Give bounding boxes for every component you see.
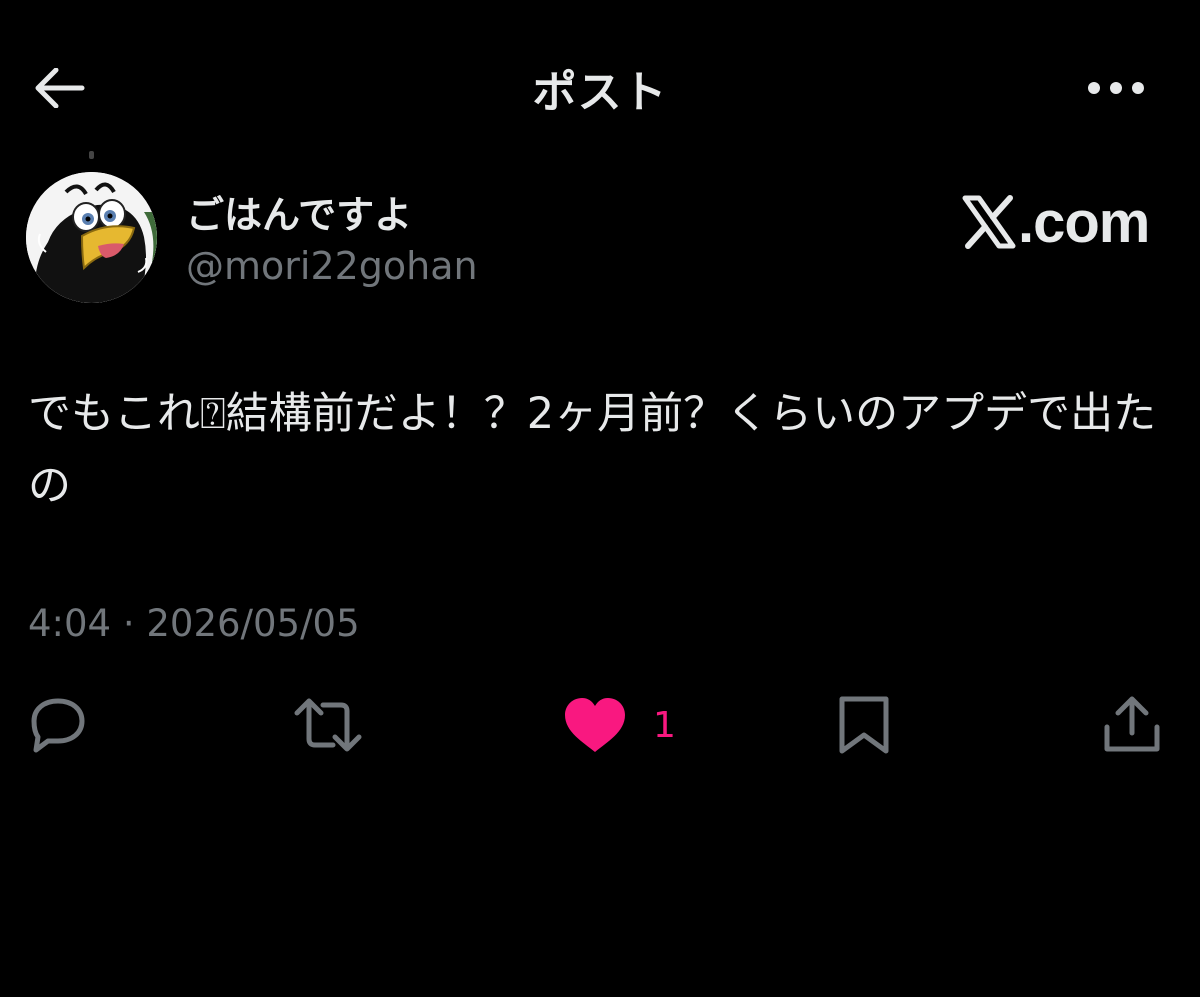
x-com-text: .com [1018,189,1150,255]
share-button[interactable] [1103,692,1161,758]
post-text: でもこれ⍰結構前だよ！？2ヶ月前？くらいのアプデで出たの [28,389,1157,511]
reply-button[interactable] [26,692,90,758]
page-title: ポスト [532,67,668,118]
share-upload-icon [1104,696,1160,752]
reply-bubble-icon [31,698,85,753]
avatar-illustration [26,172,157,303]
heart-filled-icon [565,698,625,752]
author-display-name[interactable]: ごはんですよ [186,184,412,239]
decorative-dot [89,151,94,159]
avatar[interactable] [26,172,157,303]
author-handle[interactable]: @mori22gohan [186,244,478,288]
x-com-watermark: .com [962,186,1150,258]
like-count: 1 [653,704,676,746]
repost-icon [294,698,362,752]
repost-button[interactable] [293,692,363,758]
bookmark-icon [839,696,889,754]
header-bar: ポスト [0,0,1200,170]
bookmark-button[interactable] [836,692,892,758]
like-button[interactable]: 1 [563,692,676,758]
post-timestamp[interactable]: 4:04 · 2026/05/05 [28,602,360,645]
more-horizontal-icon [1088,82,1144,94]
x-logo-icon [962,195,1016,249]
more-options-button[interactable] [1082,66,1150,110]
